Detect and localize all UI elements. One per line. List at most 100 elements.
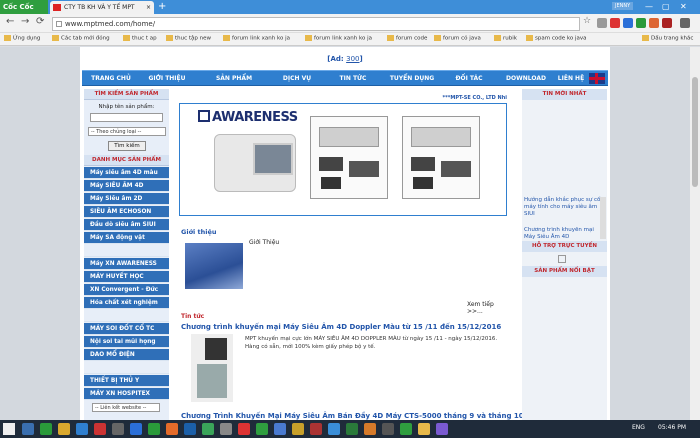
taskbar-app-icon[interactable] — [130, 423, 142, 435]
category-item[interactable]: Đầu dò siêu âm SIUI — [84, 219, 169, 231]
bookmark-item[interactable]: Các tab mới đóng — [52, 35, 110, 42]
close-window-icon[interactable]: ✕ — [680, 0, 687, 13]
taskbar-app-icon[interactable] — [112, 423, 124, 435]
taskbar-app-icon[interactable] — [184, 423, 196, 435]
bookmark-item[interactable]: forum link xanh ko ja — [223, 35, 290, 42]
ad-link[interactable]: 300 — [346, 55, 359, 63]
product-banner[interactable]: AWARENESS — [179, 103, 507, 216]
bookmark-item[interactable]: spam code ko java — [526, 35, 586, 42]
browser-brand-logo[interactable]: Cốc Cốc — [0, 0, 48, 14]
category-item[interactable]: XN Convergent - Đức — [84, 284, 169, 296]
latest-news-link[interactable]: Hướng dẫn khắc phục sự cố máy tính cho m… — [524, 197, 604, 218]
taskbar-app-icon[interactable] — [220, 423, 232, 435]
taskbar-app-icon[interactable] — [382, 423, 394, 435]
bookmark-item[interactable]: forum link xanh ko ja — [305, 35, 372, 42]
category-item[interactable]: MÁY SOI ĐỐT CỔ TC — [84, 323, 169, 335]
category-item[interactable]: Máy Siêu âm 2D — [84, 193, 169, 205]
taskbar-app-icon[interactable] — [310, 423, 322, 435]
taskbar-app-icon[interactable] — [22, 423, 34, 435]
taskbar-app-icon[interactable] — [400, 423, 412, 435]
category-item[interactable]: DAO MỔ ĐIỆN — [84, 349, 169, 361]
new-tab-button[interactable]: + — [158, 0, 166, 14]
bookmark-item[interactable]: thuc tập new — [166, 35, 211, 42]
product-search-input[interactable] — [90, 113, 163, 122]
uk-flag-icon[interactable] — [589, 73, 605, 84]
page-info-icon[interactable] — [56, 21, 62, 27]
extension-shield-icon[interactable] — [662, 18, 672, 28]
tab-close-icon[interactable]: × — [146, 1, 151, 14]
read-more-link[interactable]: Xem tiếp >>... — [467, 301, 509, 315]
menu-download[interactable]: DOWNLOAD — [500, 71, 552, 86]
support-image-icon[interactable] — [558, 255, 566, 263]
taskbar-app-icon[interactable] — [40, 423, 52, 435]
browser-tab-active[interactable]: CTY TB KH VÀ Y TẾ MPT × — [50, 1, 154, 14]
page-scrollbar[interactable] — [690, 47, 700, 420]
bookmark-item[interactable]: Ứng dụng — [4, 35, 40, 42]
taskbar-app-icon[interactable] — [292, 423, 304, 435]
latest-news-link[interactable]: Chương trình khuyến mại Máy Siêu Âm 4D — [524, 227, 604, 239]
category-item[interactable]: Máy siêu âm 4D màu — [84, 167, 169, 179]
menu-icon[interactable] — [680, 18, 690, 28]
language-indicator[interactable]: ENG — [632, 424, 645, 431]
taskbar-app-icon[interactable] — [328, 423, 340, 435]
address-bar[interactable]: www.mptmed.com/home/ — [52, 17, 580, 31]
menu-services[interactable]: DỊCH VỤ — [274, 71, 320, 86]
category-item[interactable]: MÁY HUYẾT HỌC — [84, 271, 169, 283]
maximize-icon[interactable]: ▢ — [662, 0, 670, 13]
start-icon[interactable] — [3, 423, 15, 435]
taskbar-app-icon[interactable] — [166, 423, 178, 435]
menu-partners[interactable]: ĐỐI TÁC — [446, 71, 492, 86]
taskbar-app-icon[interactable] — [436, 423, 448, 435]
category-item[interactable]: SIÊU ÂM ECHOSON — [84, 206, 169, 218]
bookmark-item[interactable]: forum có java — [434, 35, 481, 42]
taskbar-app-icon[interactable] — [274, 423, 286, 435]
clock[interactable]: 05:46 PM — [658, 424, 686, 431]
extension-red-icon[interactable] — [610, 18, 620, 28]
taskbar-app-icon[interactable] — [76, 423, 88, 435]
news-title-link[interactable]: Chương trình khuyến mại Máy Siêu Âm 4D D… — [181, 323, 501, 331]
category-item[interactable]: Máy XN AWARENESS — [84, 258, 169, 270]
taskbar-app-icon[interactable] — [202, 423, 214, 435]
website-select[interactable]: -- Liên kết website -- — [92, 403, 160, 412]
taskbar-app-icon[interactable] — [238, 423, 250, 435]
bookmark-star-icon[interactable]: ☆ — [583, 16, 591, 26]
forward-button[interactable]: → — [21, 16, 29, 27]
taskbar-app-icon[interactable] — [94, 423, 106, 435]
taskbar-app-icon[interactable] — [148, 423, 160, 435]
bookmark-item[interactable]: thuc t ap — [123, 35, 157, 42]
bookmark-item[interactable]: Dấu trang khác — [642, 35, 693, 42]
bookmark-item[interactable]: forum code — [387, 35, 427, 42]
menu-careers[interactable]: TUYỂN DỤNG — [384, 71, 440, 86]
menu-contact[interactable]: LIÊN HỆ — [555, 71, 587, 86]
news-title-link[interactable]: Chương Trình Khuyến Mại Máy Siêu Âm Bán … — [181, 412, 524, 420]
reload-button[interactable]: ⟳ — [36, 16, 44, 27]
category-item[interactable]: Máy SIÊU ÂM 4D — [84, 180, 169, 192]
category-item[interactable]: Máy SA động vật — [84, 232, 169, 244]
bookmark-item[interactable]: rubik — [494, 35, 517, 42]
taskbar-app-icon[interactable] — [58, 423, 70, 435]
download-icon[interactable] — [597, 18, 607, 28]
category-item[interactable]: Nội soi tai mũi họng — [84, 336, 169, 348]
category-item[interactable]: Hóa chất xét nghiệm — [84, 297, 169, 309]
menu-home[interactable]: TRANG CHỦ — [86, 71, 136, 86]
minimize-icon[interactable]: — — [645, 0, 653, 13]
taskbar-app-icon[interactable] — [364, 423, 376, 435]
category-item[interactable]: THIẾT BỊ THỦ Y — [84, 375, 169, 387]
scrollbar-thumb[interactable] — [692, 77, 698, 187]
ultrasound-machine-image[interactable] — [191, 334, 233, 402]
taskbar-app-icon[interactable] — [418, 423, 430, 435]
menu-news[interactable]: TIN TỨC — [330, 71, 376, 86]
extension-green-icon[interactable] — [636, 18, 646, 28]
user-profile-badge[interactable]: JENNY — [612, 2, 634, 10]
taskbar-app-icon[interactable] — [256, 423, 268, 435]
search-button[interactable]: Tìm kiếm — [108, 141, 146, 151]
category-item[interactable]: MÁY XN HOSPITEX — [84, 388, 169, 400]
menu-about[interactable]: GIỚI THIỆU — [142, 71, 192, 86]
category-select[interactable]: -- Theo chủng loại -- — [88, 127, 166, 136]
extension-orange-icon[interactable] — [649, 18, 659, 28]
latest-news-scrollbar[interactable] — [600, 197, 606, 239]
extension-iq-icon[interactable] — [623, 18, 633, 28]
menu-products[interactable]: SẢN PHẨM — [204, 71, 264, 86]
taskbar-app-icon[interactable] — [346, 423, 358, 435]
back-button[interactable]: ← — [6, 16, 14, 27]
